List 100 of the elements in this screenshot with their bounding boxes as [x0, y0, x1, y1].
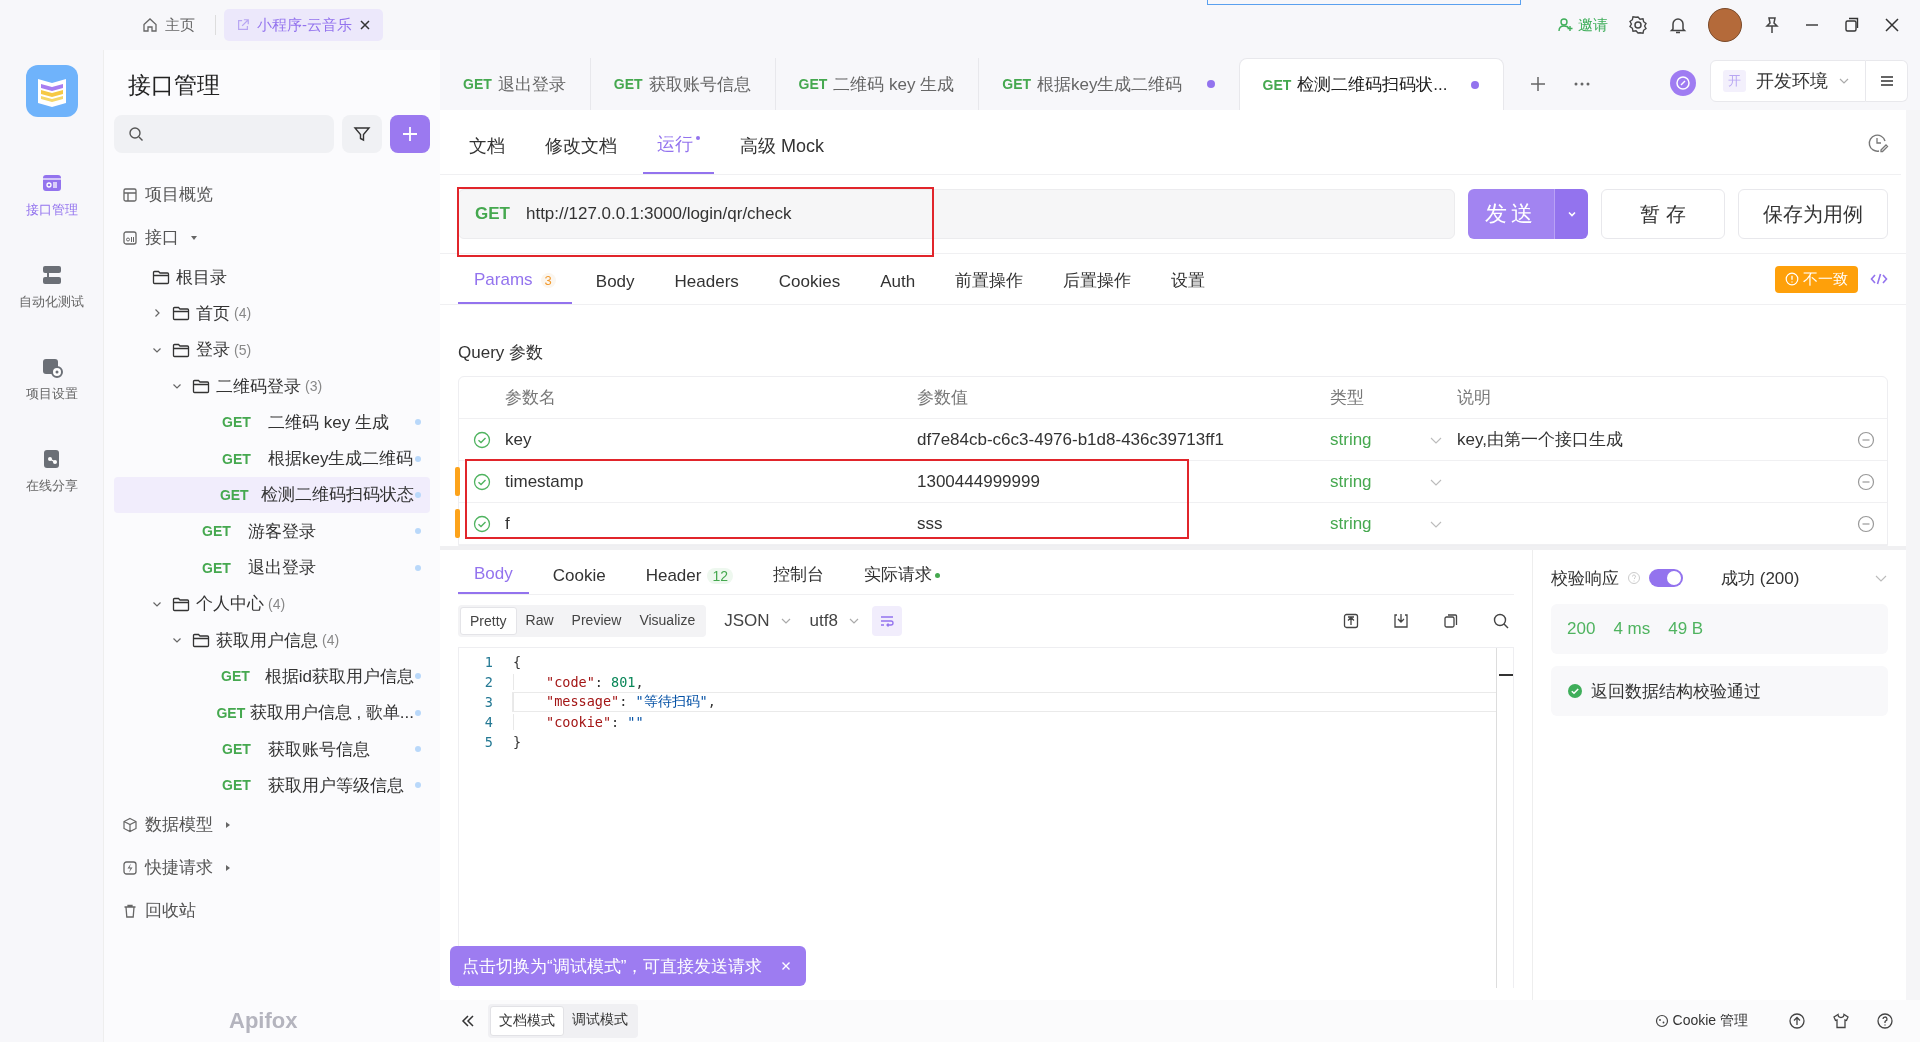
nav-item[interactable]: 项目设置: [25, 355, 78, 403]
remove-icon[interactable]: [1857, 430, 1875, 449]
avatar[interactable]: [1708, 8, 1742, 42]
export-icon[interactable]: [1342, 612, 1360, 630]
nav-item[interactable]: 接口管理: [25, 171, 78, 219]
format-tab[interactable]: Visualize: [630, 607, 705, 635]
nav-item[interactable]: 自动化测试: [19, 263, 84, 311]
search-field[interactable]: [114, 115, 334, 153]
table-cell[interactable]: key: [505, 429, 917, 450]
history-icon[interactable]: [1867, 132, 1889, 154]
tree-item[interactable]: GET 根据key生成二维码: [114, 440, 430, 477]
table-cell[interactable]: 1300444999999: [917, 471, 1330, 492]
param-tab[interactable]: Cookies: [762, 272, 857, 304]
table-cell[interactable]: timestamp: [505, 471, 917, 492]
sidebar-item[interactable]: 数据模型: [114, 803, 430, 847]
close-icon[interactable]: [359, 19, 371, 31]
cookie-manager-link[interactable]: Cookie 管理: [1654, 1012, 1748, 1030]
caret-icon: [190, 233, 198, 242]
tree-item[interactable]: GET 根据id获取用户信息: [114, 658, 430, 695]
url-field[interactable]: GET http://127.0.0.1:3000/login/qr/check: [458, 189, 1455, 239]
tree-item[interactable]: 首页 (4): [114, 295, 430, 332]
param-tab[interactable]: Body: [579, 272, 651, 304]
toggle-switch[interactable]: [1649, 569, 1683, 587]
view-tab[interactable]: 修改文档: [531, 134, 631, 174]
mode-tab[interactable]: 文档模式: [490, 1006, 564, 1036]
tree-item[interactable]: GET 获取用户等级信息: [114, 767, 430, 804]
tree-item[interactable]: 获取用户信息 (4): [114, 621, 430, 659]
request-tab[interactable]: GET 检测二维码扫码状...: [1238, 58, 1505, 110]
copy-icon[interactable]: [1442, 612, 1460, 630]
param-tab[interactable]: Params 3: [458, 270, 572, 304]
tree-item[interactable]: GET 获取用户信息 , 歌单...: [114, 694, 430, 731]
help-icon[interactable]: [1876, 1012, 1894, 1030]
save-button[interactable]: 暂 存: [1601, 189, 1725, 239]
section-icon: [122, 902, 138, 919]
sidebar-item[interactable]: 回收站: [114, 889, 430, 933]
sidebar-item[interactable]: 接口: [114, 216, 430, 259]
filter-button[interactable]: [342, 115, 382, 153]
format-tab[interactable]: Preview: [562, 607, 631, 635]
request-tab[interactable]: GET 根据key生成二维码: [979, 58, 1239, 110]
response-tab[interactable]: 实际请求: [848, 563, 956, 594]
stat-value: 49 B: [1668, 619, 1704, 639]
wrap-button[interactable]: [871, 606, 902, 636]
tree-item[interactable]: 登录 (5): [114, 331, 430, 368]
menu-button[interactable]: [1866, 60, 1908, 102]
param-tab[interactable]: 后置操作: [1047, 269, 1148, 304]
upload-icon[interactable]: [1788, 1012, 1806, 1030]
tree-item[interactable]: GET 检测二维码扫码状态: [114, 476, 430, 514]
encoding-select[interactable]: utf8: [809, 611, 860, 631]
download-icon[interactable]: [1392, 612, 1410, 630]
tree-item[interactable]: 个人中心 (4): [114, 585, 430, 622]
format-tab[interactable]: Pretty: [460, 607, 517, 635]
search-icon[interactable]: [1492, 612, 1510, 630]
sync-icon[interactable]: [1670, 70, 1696, 96]
table-cell[interactable]: f: [505, 513, 917, 534]
table-cell[interactable]: key,由第一个接口生成: [1457, 430, 1623, 449]
param-tab[interactable]: 设置: [1155, 269, 1222, 304]
param-tab[interactable]: Auth: [864, 272, 932, 304]
response-tab[interactable]: Body: [458, 564, 529, 594]
result-select[interactable]: 成功 (200): [1721, 566, 1800, 590]
tree-item[interactable]: GET 退出登录: [114, 549, 430, 586]
format-tab[interactable]: Raw: [516, 607, 563, 635]
collapse-icon[interactable]: [460, 1013, 476, 1029]
environment-select[interactable]: 开 开发环境: [1710, 60, 1866, 102]
param-tab[interactable]: 前置操作: [939, 269, 1040, 304]
tree-item[interactable]: GET 游客登录: [114, 513, 430, 550]
remove-icon[interactable]: [1857, 472, 1875, 491]
response-tab[interactable]: Cookie: [536, 566, 622, 594]
view-tab[interactable]: 运行: [643, 132, 714, 174]
shirt-icon[interactable]: [1832, 1012, 1850, 1030]
table-cell[interactable]: sss: [917, 513, 1330, 534]
window-tab[interactable]: 主页: [130, 9, 207, 41]
tree-item[interactable]: 二维码登录 (3): [114, 367, 430, 405]
checkbox[interactable]: [473, 514, 491, 533]
sidebar-item[interactable]: 项目概览: [114, 173, 430, 216]
language-select[interactable]: JSON: [724, 611, 792, 631]
column-header: 参数值: [917, 387, 969, 409]
add-button[interactable]: [390, 115, 430, 153]
view-tab[interactable]: 高级 Mock: [726, 134, 838, 174]
code-line: {: [512, 654, 523, 670]
response-tab[interactable]: 控制台: [757, 563, 840, 594]
mode-tab[interactable]: 调试模式: [564, 1006, 636, 1036]
app-logo[interactable]: [25, 65, 78, 117]
code-line: "code": 801,: [513, 674, 1496, 690]
pin-icon[interactable]: [1762, 15, 1782, 35]
settings-icon[interactable]: [1628, 15, 1648, 35]
tree-item[interactable]: GET 二维码 key 生成: [114, 404, 430, 441]
remove-icon[interactable]: [1857, 514, 1875, 533]
tree-item[interactable]: 根目录: [114, 259, 430, 296]
nav-item[interactable]: 在线分享: [25, 447, 78, 495]
checkbox[interactable]: [473, 472, 491, 491]
bell-icon[interactable]: [1668, 15, 1688, 35]
save-case-button[interactable]: 保存为用例: [1738, 189, 1888, 239]
param-tab[interactable]: Headers: [658, 272, 755, 304]
sidebar-item[interactable]: 快捷请求: [114, 846, 430, 890]
checkbox[interactable]: [473, 430, 491, 449]
table-cell[interactable]: df7e84cb-c6c3-4976-b1d8-436c39713ff1: [917, 429, 1330, 450]
view-tab[interactable]: 文档: [455, 134, 519, 174]
tree-item[interactable]: GET 获取账号信息: [114, 730, 430, 768]
response-tab[interactable]: Header 12: [629, 566, 749, 594]
search-icon: [128, 126, 144, 142]
